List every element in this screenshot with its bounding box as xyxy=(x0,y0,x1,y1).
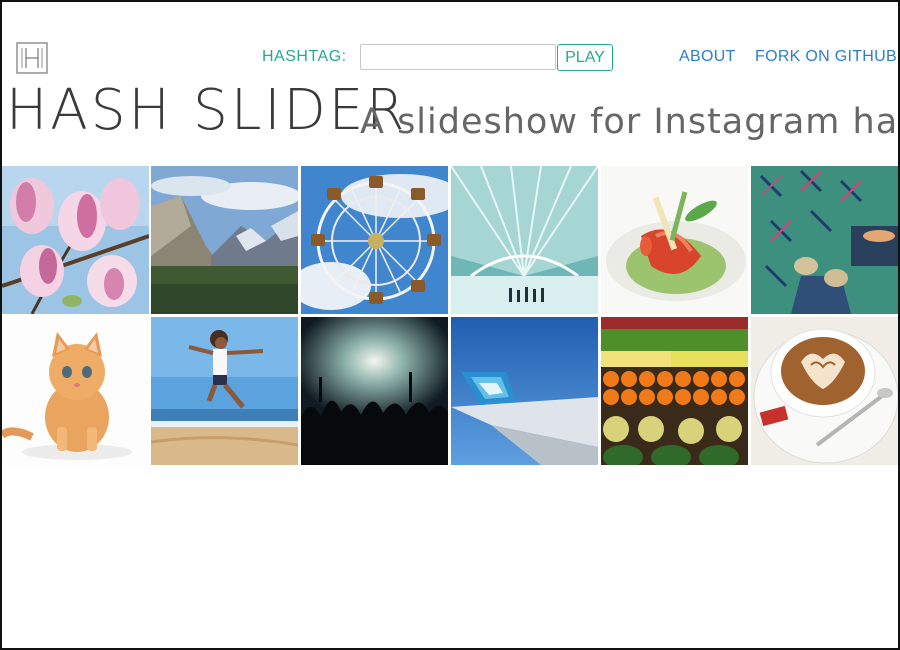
concert-crowd-photo[interactable] xyxy=(301,317,448,465)
ferris-wheel-photo[interactable] xyxy=(301,166,448,314)
site-tagline: A slideshow for Instagram hashtags xyxy=(360,102,899,142)
play-button[interactable]: PLAY xyxy=(557,44,613,71)
latte-art-photo[interactable] xyxy=(751,317,898,465)
nav-fork-on-github-link[interactable]: FORK ON GITHUB xyxy=(755,48,897,66)
airplane-wing-photo[interactable] xyxy=(451,317,598,465)
nav-about-link[interactable]: ABOUT xyxy=(679,48,736,66)
orange-kitten-photo[interactable] xyxy=(2,317,149,465)
hash-slider-logo-icon[interactable] xyxy=(16,42,48,74)
hashtag-label: HASHTAG: xyxy=(262,48,347,65)
plated-lobster-dish-photo[interactable] xyxy=(601,166,748,314)
app-window: HASHTAG: PLAY ABOUT FORK ON GITHUB HASH … xyxy=(0,0,900,650)
site-title: HASH SLIDER xyxy=(6,78,408,143)
photo-grid xyxy=(2,166,898,466)
valley-mountains-photo[interactable] xyxy=(151,166,298,314)
white-architecture-hall-photo[interactable] xyxy=(451,166,598,314)
magnolia-blossoms-photo[interactable] xyxy=(2,166,149,314)
patterned-carpet-feet-photo[interactable] xyxy=(751,166,898,314)
fruit-market-photo[interactable] xyxy=(601,317,748,465)
hashtag-input[interactable] xyxy=(360,44,556,70)
beach-jump-photo[interactable] xyxy=(151,317,298,465)
